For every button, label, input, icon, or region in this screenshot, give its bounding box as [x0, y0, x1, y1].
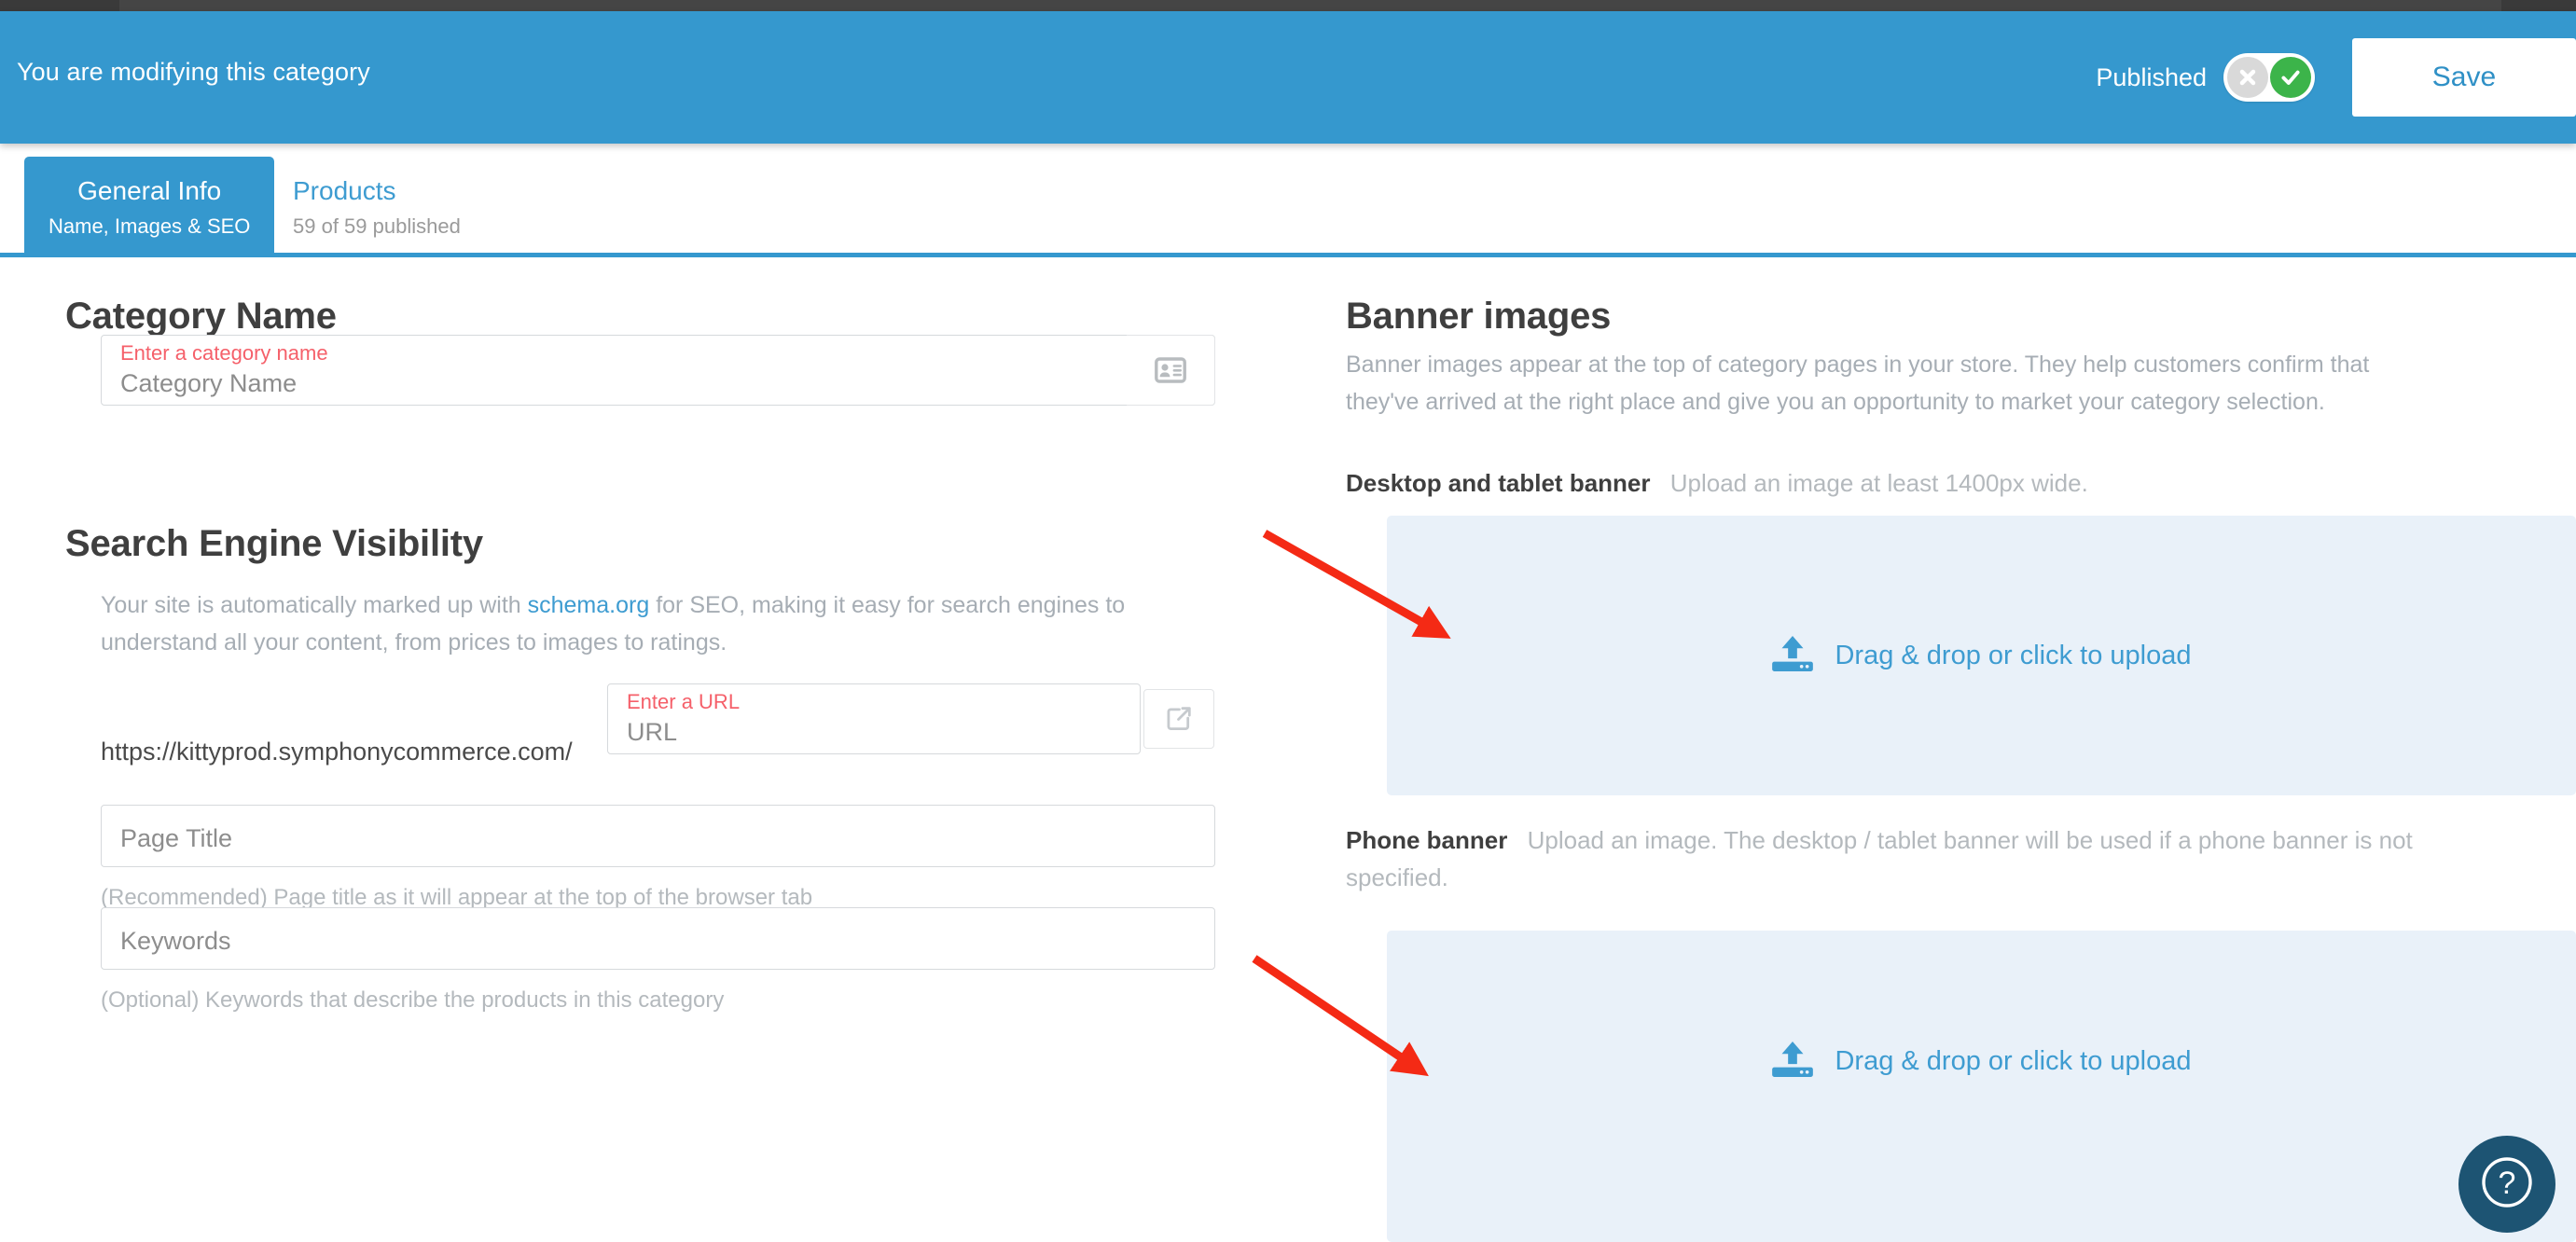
tab-products-title: Products	[293, 175, 396, 205]
published-toggle-group[interactable]: Published	[2096, 11, 2315, 144]
main-content: Category Name Enter a category name Cate…	[0, 262, 2576, 1242]
url-slug-input[interactable]: Enter a URL URL	[607, 683, 1141, 754]
desktop-banner-dropzone-inner: Drag & drop or click to upload	[1771, 634, 2192, 678]
page-title-placeholder: Page Title	[120, 824, 233, 852]
category-name-placeholder: Category Name	[120, 369, 298, 397]
phone-banner-dropzone[interactable]: Drag & drop or click to upload	[1387, 931, 2576, 1242]
page-title-input[interactable]: Page Title	[101, 805, 1215, 867]
seo-description: Your site is automatically marked up wit…	[101, 586, 1220, 661]
tab-bar: General Info Name, Images & SEO Products…	[0, 144, 2576, 257]
topbar-actions: Published Save	[2096, 11, 2576, 144]
seo-description-before: Your site is automatically marked up wit…	[101, 592, 528, 618]
close-icon[interactable]	[2227, 57, 2268, 98]
desktop-banner-label: Desktop and tablet banner	[1346, 469, 1651, 497]
editing-message: You are modifying this category	[17, 58, 370, 86]
phone-banner-dropzone-text: Drag & drop or click to upload	[1835, 1045, 2192, 1076]
banner-images-heading: Banner images	[1346, 296, 1612, 337]
tab-products-subtitle: 59 of 59 published	[293, 214, 461, 238]
upload-icon	[1771, 1040, 1814, 1083]
seo-heading: Search Engine Visibility	[65, 523, 483, 564]
upload-icon	[1771, 634, 1814, 678]
category-name-heading: Category Name	[65, 296, 337, 337]
keywords-input[interactable]: Keywords	[101, 907, 1215, 970]
chrome-segment-left	[0, 0, 119, 11]
url-prefix-label: https://kittyprod.symphonycommerce.com/	[101, 738, 573, 766]
tab-general-info-subtitle: Name, Images & SEO	[48, 214, 251, 238]
tab-general-info[interactable]: General Info Name, Images & SEO	[24, 157, 275, 257]
url-slug-error: Enter a URL	[627, 690, 741, 713]
contact-card-icon	[1155, 357, 1186, 383]
tab-products[interactable]: Products 59 of 59 published	[269, 157, 485, 257]
contact-card-icon-button[interactable]	[1127, 335, 1215, 406]
editing-topbar: You are modifying this category Publishe…	[0, 11, 2576, 144]
tab-general-info-title: General Info	[77, 175, 222, 205]
keywords-note: (Optional) Keywords that describe the pr…	[101, 987, 725, 1013]
category-editor-page: You are modifying this category Publishe…	[0, 0, 2576, 1242]
help-button[interactable]: ?	[2458, 1136, 2555, 1233]
save-button[interactable]: Save	[2352, 38, 2576, 117]
schema-org-link[interactable]: schema.org	[528, 592, 650, 618]
question-mark-icon: ?	[2478, 1153, 2536, 1216]
phone-banner-label: Phone banner	[1346, 826, 1508, 854]
phone-banner-dropzone-inner: Drag & drop or click to upload	[1771, 1040, 2192, 1083]
url-slug-placeholder: URL	[627, 718, 678, 746]
desktop-banner-dropzone-text: Drag & drop or click to upload	[1835, 640, 2192, 670]
svg-text:?: ?	[2499, 1166, 2516, 1201]
category-name-error: Enter a category name	[120, 341, 328, 365]
category-name-input[interactable]: Enter a category name Category Name	[101, 335, 1215, 406]
chrome-segment-right	[2501, 0, 2576, 11]
browser-chrome-strip	[0, 0, 2576, 11]
published-toggle[interactable]	[2223, 53, 2315, 102]
external-link-icon	[1165, 705, 1193, 733]
external-link-icon-button[interactable]	[1143, 689, 1214, 749]
desktop-banner-dropzone[interactable]: Drag & drop or click to upload	[1387, 516, 2576, 795]
keywords-placeholder: Keywords	[120, 927, 231, 955]
desktop-banner-hint: Upload an image at least 1400px wide.	[1669, 469, 2088, 497]
published-label: Published	[2096, 62, 2207, 91]
check-icon[interactable]	[2270, 57, 2311, 98]
desktop-banner-label-row: Desktop and tablet banner Upload an imag…	[1346, 469, 2088, 498]
phone-banner-label-row: Phone banner Upload an image. The deskto…	[1346, 821, 2446, 897]
banner-images-description: Banner images appear at the top of categ…	[1346, 352, 2370, 415]
